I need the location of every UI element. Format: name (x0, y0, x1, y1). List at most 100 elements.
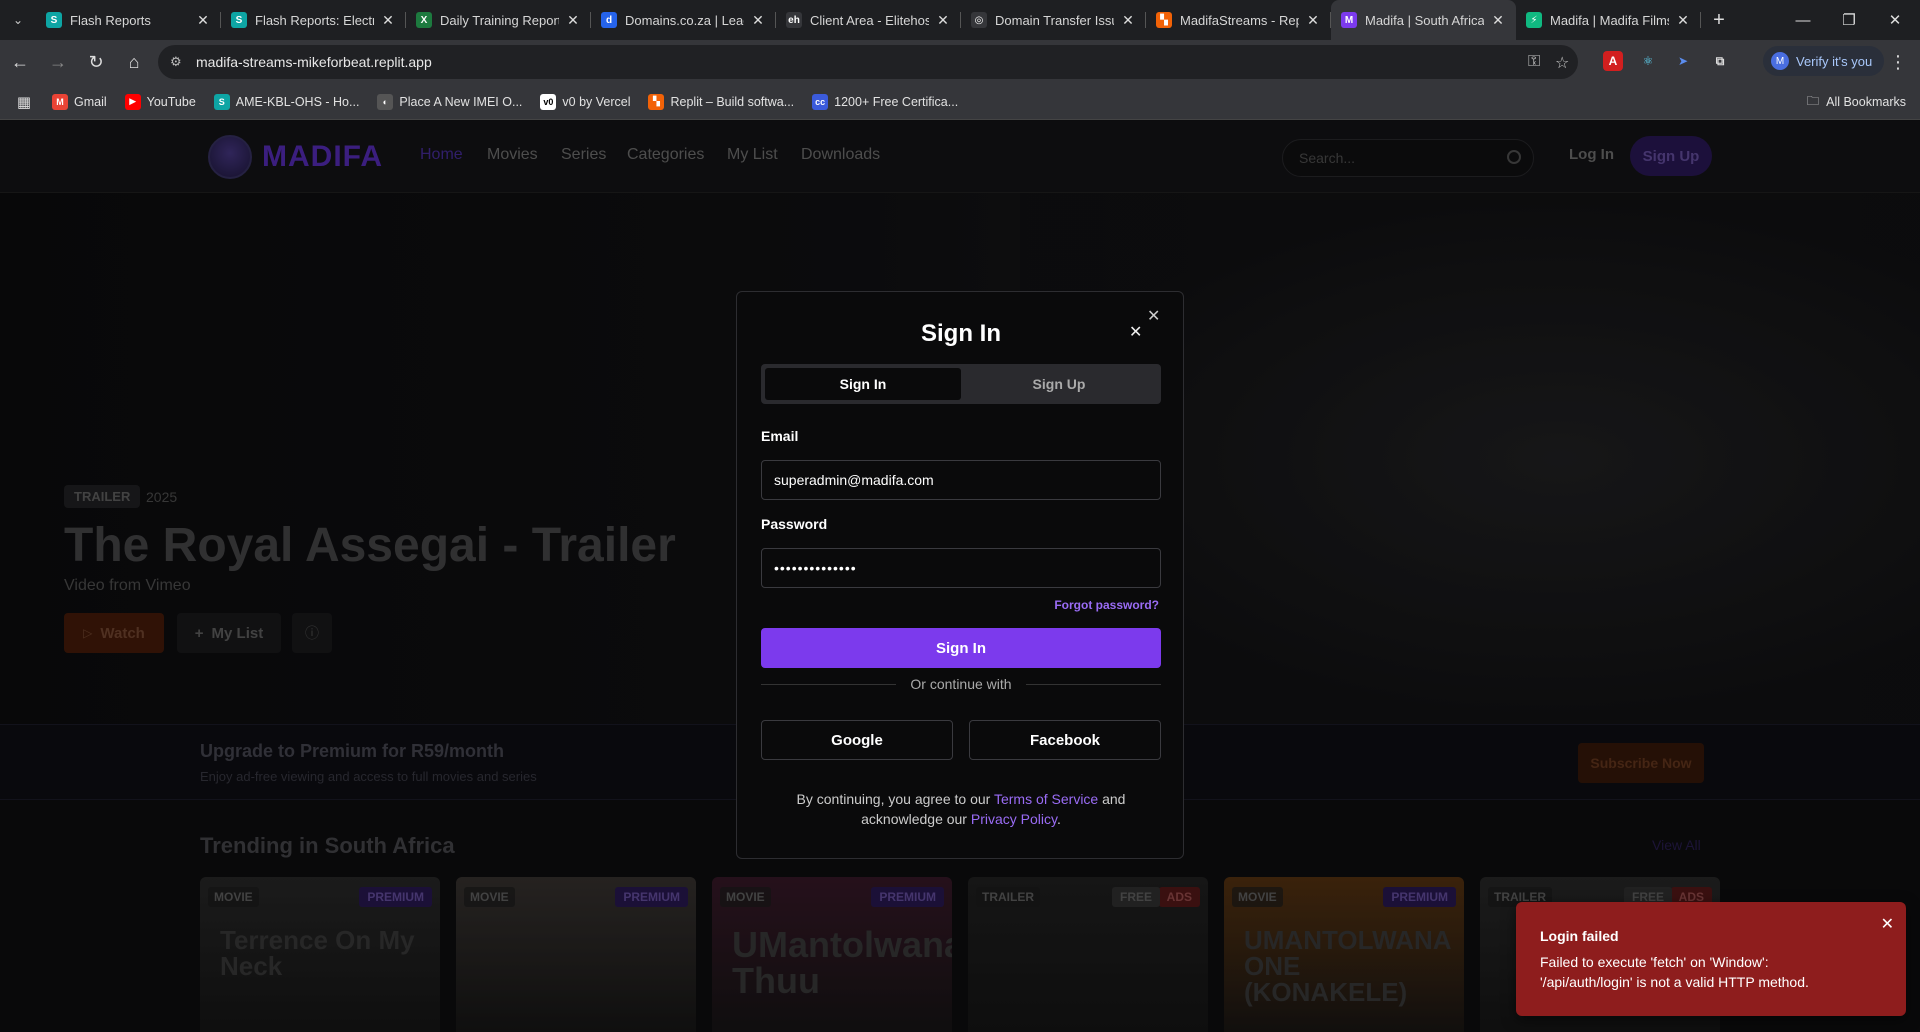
bookmark-label: Replit – Build softwa... (670, 94, 795, 109)
tab-title: Flash Reports: Electric (255, 12, 374, 28)
privacy-link[interactable]: Privacy Policy (971, 811, 1057, 827)
tab-close-icon[interactable]: ✕ (1120, 12, 1136, 29)
tab-favicon-icon: X (416, 12, 432, 28)
bookmark-item[interactable]: v0 v0 by Vercel (540, 93, 631, 110)
tab-title: MadifaStreams - Repl (1180, 12, 1299, 28)
all-bookmarks-label: All Bookmarks (1826, 95, 1906, 109)
bookmark-label: v0 by Vercel (562, 94, 631, 109)
bookmark-item[interactable]: cc 1200+ Free Certifica... (812, 93, 959, 110)
all-bookmarks-button[interactable]: 🗀 All Bookmarks (1807, 84, 1906, 120)
close-window-icon[interactable]: ✕ (1872, 0, 1918, 40)
profile-avatar: M (1771, 52, 1789, 70)
menu-kebab-icon[interactable]: ⋮ (1880, 44, 1916, 80)
tab-close-icon[interactable]: ✕ (1305, 12, 1321, 29)
bookmark-star-icon[interactable]: ☆ (1555, 53, 1569, 73)
browser-tab[interactable]: S Flash Reports ✕ (36, 0, 221, 40)
site-info-icon[interactable]: ⚙ (170, 54, 186, 70)
sign-in-modal: ✕ ✕ Sign In Sign In Sign Up Email Passwo… (736, 291, 1184, 859)
tab-close-icon[interactable]: ✕ (565, 12, 581, 29)
browser-tab[interactable]: ◎ Domain Transfer Issu ✕ (961, 0, 1146, 40)
tab-favicon-icon: eh (786, 12, 802, 28)
password-key-icon[interactable]: ⚿ (1528, 53, 1540, 71)
terms-link[interactable]: Terms of Service (994, 791, 1098, 807)
error-toast: Login failed Failed to execute 'fetch' o… (1516, 902, 1906, 1016)
bookmark-item[interactable]: M Gmail (52, 93, 107, 110)
verify-label: Verify it's you (1796, 53, 1873, 69)
tab-sign-up[interactable]: Sign Up (961, 368, 1157, 400)
pdf-extension-icon[interactable]: A (1603, 51, 1623, 71)
tab-close-icon[interactable]: ✕ (1490, 12, 1506, 29)
browser-tab[interactable]: d Domains.co.za | Leadi ✕ (591, 0, 776, 40)
tab-favicon-icon: ▚ (1156, 12, 1172, 28)
browser-tab[interactable]: M Madifa | South African ✕ (1331, 0, 1516, 40)
tabs-container: S Flash Reports ✕ S Flash Reports: Electric ✕… (36, 0, 1701, 40)
auth-tabs: Sign In Sign Up (761, 364, 1161, 404)
restore-icon[interactable]: ❐ (1826, 0, 1872, 40)
apps-grid-icon[interactable]: ▦ (6, 84, 42, 120)
tab-title: Flash Reports (70, 12, 151, 28)
tab-close-icon[interactable]: ✕ (750, 12, 766, 29)
arrow-extension-icon[interactable]: ➤ (1673, 51, 1693, 71)
forward-arrow-icon[interactable]: → (40, 44, 76, 80)
tab-close-icon[interactable]: ✕ (380, 12, 396, 29)
toast-message: Failed to execute 'fetch' on 'Window': '… (1540, 954, 1809, 990)
bookmark-label: Gmail (74, 94, 107, 109)
folder-icon: 🗀 (1806, 93, 1820, 108)
extensions-puzzle-icon[interactable]: ⧉ (1710, 51, 1730, 71)
bookmark-item[interactable]: ▶ YouTube (124, 93, 196, 110)
or-divider: Or continue with (761, 674, 1162, 694)
modal-title: Sign In (921, 320, 1001, 347)
password-label: Password (761, 516, 828, 532)
email-field[interactable] (761, 460, 1161, 500)
bookmark-item[interactable]: ▚ Replit – Build softwa... (648, 93, 795, 110)
tab-favicon-icon: ◎ (971, 12, 987, 28)
sign-in-submit-button[interactable]: Sign In (761, 628, 1161, 668)
bookmark-label: 1200+ Free Certifica... (834, 94, 959, 109)
tab-title: Madifa | South African (1365, 12, 1484, 28)
bookmark-item[interactable]: ◐ Place A New IMEI O... (377, 93, 523, 110)
bookmark-label: Place A New IMEI O... (399, 94, 523, 109)
bookmark-favicon-icon: ◐ (377, 93, 394, 110)
toast-close-icon[interactable]: ✕ (1881, 914, 1894, 934)
divider-line (761, 683, 897, 685)
tab-favicon-icon: S (231, 12, 247, 28)
browser-tab[interactable]: ▚ MadifaStreams - Repl ✕ (1146, 0, 1331, 40)
toast-title: Login failed (1540, 928, 1619, 944)
bookmark-item[interactable]: S AME-KBL-OHS - Ho... (213, 93, 360, 110)
legal-pre: By continuing, you agree to our (796, 791, 994, 807)
tab-favicon-icon: d (601, 12, 617, 28)
browser-tab[interactable]: eh Client Area - Elitehost ✕ (776, 0, 961, 40)
bookmark-favicon-icon: ▚ (648, 93, 665, 110)
back-arrow-icon[interactable]: ← (2, 44, 38, 80)
tab-strip: ⌄ S Flash Reports ✕ S Flash Reports: Electri… (0, 0, 1920, 40)
bookmarks-container: M Gmail ▶ YouTube S AME-KBL-OHS - Ho... ◐ Place… (52, 93, 976, 110)
password-field[interactable] (761, 548, 1161, 588)
home-icon[interactable]: ⌂ (116, 44, 152, 80)
new-tab-plus-icon[interactable]: + (1701, 9, 1737, 32)
tab-close-icon[interactable]: ✕ (1675, 12, 1691, 29)
facebook-button[interactable]: Facebook (969, 720, 1161, 760)
tab-search-chevron-icon[interactable]: ⌄ (0, 0, 36, 40)
tab-sign-in[interactable]: Sign In (765, 368, 961, 400)
bookmark-label: AME-KBL-OHS - Ho... (235, 94, 360, 109)
tab-title: Client Area - Elitehost (810, 12, 929, 28)
browser-tab[interactable]: ⚡ Madifa | Madifa Films ✕ (1516, 0, 1701, 40)
address-bar[interactable]: ⚙ madifa-streams-mikeforbeat.replit.app … (158, 45, 1578, 79)
bookmark-favicon-icon: cc (812, 93, 829, 110)
browser-tab[interactable]: S Flash Reports: Electric ✕ (221, 0, 406, 40)
bookmark-favicon-icon: ▶ (124, 93, 141, 110)
google-button[interactable]: Google (761, 720, 953, 760)
reload-icon[interactable]: ↻ (78, 44, 114, 80)
tab-close-icon[interactable]: ✕ (195, 12, 211, 29)
verify-profile-button[interactable]: M Verify it's you (1763, 46, 1885, 76)
tab-favicon-icon: M (1341, 12, 1357, 28)
forgot-password-link[interactable]: Forgot password? (1054, 598, 1159, 612)
tab-close-icon[interactable]: ✕ (935, 12, 951, 29)
tab-title: Domain Transfer Issu (995, 12, 1114, 28)
browser-tab[interactable]: X Daily Training Report ✕ (406, 0, 591, 40)
bookmark-favicon-icon: v0 (540, 93, 557, 110)
tab-favicon-icon: S (46, 12, 62, 28)
minimize-icon[interactable]: — (1780, 0, 1826, 40)
react-extension-icon[interactable]: ⚛ (1638, 51, 1658, 71)
tab-title: Madifa | Madifa Films (1550, 12, 1669, 28)
